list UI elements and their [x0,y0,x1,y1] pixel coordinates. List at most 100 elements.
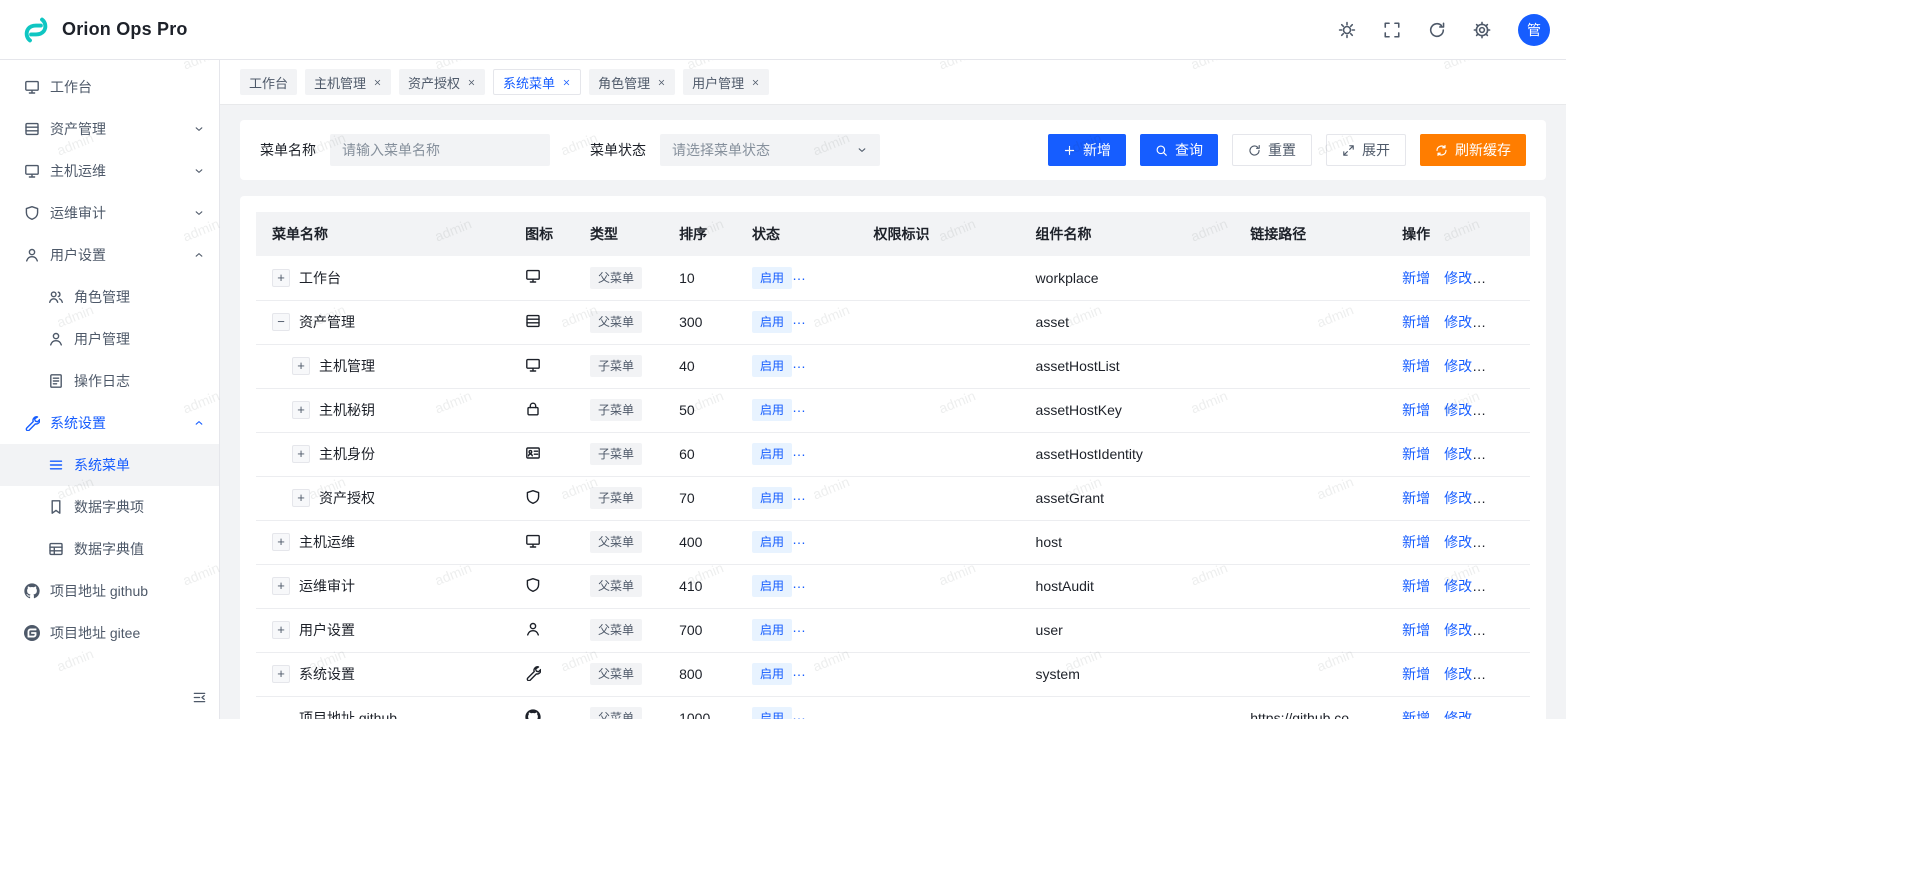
sidebar-item-user-manage[interactable]: 用户管理 [0,318,219,360]
sidebar-item-operation-log[interactable]: 操作日志 [0,360,219,402]
sidebar-item-role-manage[interactable]: 角色管理 [0,276,219,318]
expand-row-button[interactable]: + [292,445,310,463]
menu-name-input[interactable] [330,134,550,166]
row-edit-link[interactable]: 修改 [1444,578,1472,594]
sidebar-item-user-settings[interactable]: 用户设置 [0,234,219,276]
row-add-link[interactable]: 新增 [1402,534,1430,550]
row-edit-link[interactable]: 修改 [1444,270,1472,286]
menu-name: 工作台 [299,268,341,288]
row-add-link[interactable]: 新增 [1402,270,1430,286]
row-add-link[interactable]: 新增 [1402,314,1430,330]
row-delete-link[interactable]: 删除 [1486,358,1514,374]
tab-close-icon[interactable] [467,78,476,87]
tab-label: 系统菜单 [503,73,555,92]
row-add-link[interactable]: 新增 [1402,710,1430,719]
row-edit-link[interactable]: 修改 [1444,490,1472,506]
row-delete-link[interactable]: 删除 [1486,622,1514,638]
tab-close-icon[interactable] [751,78,760,87]
user-avatar[interactable]: 管 [1518,14,1550,46]
sidebar-item-system-menu[interactable]: 系统菜单 [0,444,219,486]
row-add-link[interactable]: 新增 [1402,446,1430,462]
row-add-link[interactable]: 新增 [1402,358,1430,374]
menu-status-select[interactable]: 请选择菜单状态 [660,134,880,166]
add-button[interactable]: 新增 [1048,134,1126,166]
row-edit-link[interactable]: 修改 [1444,358,1472,374]
tab-item[interactable]: 资产授权 [399,69,485,95]
sidebar-item-dict-item[interactable]: 数据字典项 [0,486,219,528]
expand-row-button[interactable]: + [272,665,290,683]
visibility-tag: 显示 [808,355,848,377]
expand-row-button[interactable]: + [272,269,290,287]
expand-row-button[interactable]: + [272,533,290,551]
tab-item[interactable]: 角色管理 [589,69,675,95]
component-name: system [1020,652,1235,696]
sidebar-item-workplace[interactable]: 工作台 [0,66,219,108]
expand-row-button[interactable]: + [292,489,310,507]
row-delete-link[interactable]: 删除 [1486,666,1514,682]
row-delete-link[interactable]: 删除 [1486,446,1514,462]
expand-row-button[interactable]: + [292,401,310,419]
tab-item[interactable]: 主机管理 [305,69,391,95]
filter-field-menu-name: 菜单名称 [260,134,550,166]
tab-item[interactable]: 工作台 [240,69,297,95]
row-edit-link[interactable]: 修改 [1444,534,1472,550]
link-path [1234,652,1386,696]
row-edit-link[interactable]: 修改 [1444,402,1472,418]
permission-value [858,564,1020,608]
menu-fold-icon [192,690,207,705]
row-add-link[interactable]: 新增 [1402,490,1430,506]
row-add-link[interactable]: 新增 [1402,622,1430,638]
brand[interactable]: Orion Ops Pro [20,14,188,46]
shield-icon [24,205,40,221]
query-button[interactable]: 查询 [1140,134,1218,166]
expand-row-button[interactable]: + [272,577,290,595]
row-delete-link[interactable]: 删除 [1486,578,1514,594]
sidebar-item-system-settings[interactable]: 系统设置 [0,402,219,444]
sidebar-item-github[interactable]: 项目地址 github [0,570,219,612]
chevron-up-icon [193,249,205,261]
reset-button[interactable]: 重置 [1232,134,1312,166]
sidebar-collapse-button[interactable] [192,690,207,709]
expand-row-button[interactable]: + [272,621,290,639]
row-delete-link[interactable]: 删除 [1486,402,1514,418]
row-delete-link[interactable]: 删除 [1486,490,1514,506]
tab-close-icon[interactable] [562,78,571,87]
brightness-icon[interactable] [1338,21,1356,39]
tab-close-icon[interactable] [373,78,382,87]
expand-all-button[interactable]: 展开 [1326,134,1406,166]
row-delete-link[interactable]: 删除 [1486,314,1514,330]
refresh-cache-button[interactable]: 刷新缓存 [1420,134,1526,166]
expand-row-button[interactable]: + [292,357,310,375]
row-add-link[interactable]: 新增 [1402,666,1430,682]
link-path [1234,608,1386,652]
chevron-down-icon [856,144,868,156]
sidebar-item-gitee[interactable]: 项目地址 gitee [0,612,219,654]
sidebar-item-host-ops[interactable]: 主机运维 [0,150,219,192]
row-edit-link[interactable]: 修改 [1444,710,1472,719]
refresh-icon[interactable] [1428,21,1446,39]
sidebar-item-ops-audit[interactable]: 运维审计 [0,192,219,234]
column-header: 菜单名称 [256,212,509,256]
tab-label: 主机管理 [314,73,366,92]
gear-icon[interactable] [1473,21,1491,39]
sidebar-item-dict-value[interactable]: 数据字典值 [0,528,219,570]
tab-item[interactable]: 用户管理 [683,69,769,95]
row-delete-link[interactable]: 删除 [1486,270,1514,286]
permission-value [858,432,1020,476]
row-edit-link[interactable]: 修改 [1444,622,1472,638]
host-icon [24,163,40,179]
sidebar-item-asset-manage[interactable]: 资产管理 [0,108,219,150]
tab-item[interactable]: 系统菜单 [493,69,581,95]
table-row: +主机管理子菜单40启用显示assetHostList新增修改删除 [256,344,1530,388]
fullscreen-icon[interactable] [1383,21,1401,39]
row-add-link[interactable]: 新增 [1402,578,1430,594]
row-delete-link[interactable]: 删除 [1486,710,1514,719]
app-title: Orion Ops Pro [62,19,188,40]
row-delete-link[interactable]: 删除 [1486,534,1514,550]
tab-close-icon[interactable] [657,78,666,87]
row-edit-link[interactable]: 修改 [1444,666,1472,682]
row-edit-link[interactable]: 修改 [1444,314,1472,330]
collapse-row-button[interactable]: − [272,313,290,331]
row-add-link[interactable]: 新增 [1402,402,1430,418]
row-edit-link[interactable]: 修改 [1444,446,1472,462]
